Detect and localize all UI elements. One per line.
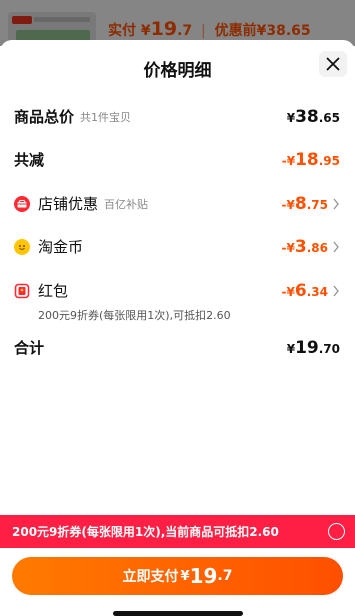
total-dec: .65 xyxy=(318,110,340,125)
sheet-title: 价格明细 xyxy=(143,61,212,81)
shop-int: 8 xyxy=(294,193,307,214)
reduce-dec: .95 xyxy=(318,153,340,168)
chevron-right-icon xyxy=(333,241,339,252)
sum-amount: ¥19.70 xyxy=(287,338,340,358)
shop-dec: .75 xyxy=(306,197,328,212)
coin-amount-wrap: -¥3.86 xyxy=(282,237,340,257)
redpack-amount-wrap: -¥6.34 xyxy=(282,281,340,301)
shop-amount: -¥8.75 xyxy=(282,194,328,214)
row-sum: 合计 ¥19.70 xyxy=(14,337,340,358)
total-sub: 共1件宝贝 xyxy=(80,110,132,124)
coupon-text: 200元9折券(每张限用1次),当前商品可抵扣2.60 xyxy=(12,525,279,539)
total-amount: ¥38.65 xyxy=(287,107,340,127)
reduce-int: 18 xyxy=(295,149,319,170)
sum-int: 19 xyxy=(295,337,319,358)
sum-dec: .70 xyxy=(318,341,340,356)
red-envelope-icon xyxy=(14,283,30,299)
coin-label: 淘金币 xyxy=(38,238,84,256)
row-shop-discount[interactable]: 店铺优惠 百亿补贴 -¥8.75 xyxy=(14,193,340,214)
redpack-note: 200元9折券(每张限用1次),可抵扣2.60 xyxy=(38,309,231,322)
coin-dec: .86 xyxy=(306,240,328,255)
pay-button-currency: ¥ xyxy=(180,568,190,584)
shop-currency: -¥ xyxy=(281,197,295,212)
redpack-label: 红包 xyxy=(38,282,69,300)
close-button[interactable] xyxy=(319,51,347,77)
redpack-currency: -¥ xyxy=(281,284,295,299)
chevron-right-icon xyxy=(333,198,339,209)
shop-label: 店铺优惠 xyxy=(38,195,99,213)
coin-amount: -¥3.86 xyxy=(282,237,328,257)
pay-now-button[interactable]: 立即支付 ¥19.7 xyxy=(12,557,343,595)
pay-button-dec: .7 xyxy=(217,568,233,584)
row-coin[interactable]: 淘金币 -¥3.86 xyxy=(14,236,340,257)
total-currency: ¥ xyxy=(286,110,296,125)
redpack-dec: .34 xyxy=(306,284,328,299)
redpack-int: 6 xyxy=(294,280,307,301)
reduce-amount: -¥18.95 xyxy=(282,150,340,170)
shop-icon xyxy=(14,195,30,212)
row-redpack[interactable]: 红包 -¥6.34 xyxy=(14,280,340,301)
pay-button-label: 立即支付 xyxy=(122,569,179,585)
total-int: 38 xyxy=(295,106,319,127)
coupon-bar[interactable]: 200元9折券(每张限用1次),当前商品可抵扣2.60 xyxy=(0,515,355,548)
redpack-amount: -¥6.34 xyxy=(282,281,328,301)
sum-currency: ¥ xyxy=(286,341,296,356)
coin-int: 3 xyxy=(294,236,307,257)
reduce-currency: -¥ xyxy=(281,153,296,168)
row-total-reduce: 共减 -¥18.95 xyxy=(14,149,340,170)
shop-amount-wrap: -¥8.75 xyxy=(282,194,340,214)
coin-currency: -¥ xyxy=(281,240,295,255)
total-label: 商品总价 xyxy=(14,108,75,126)
close-icon xyxy=(326,57,340,71)
chevron-right-icon xyxy=(333,285,339,296)
coupon-radio[interactable] xyxy=(328,523,345,540)
home-indicator[interactable] xyxy=(113,611,243,616)
coin-icon xyxy=(14,238,30,255)
row-total-price: 商品总价 共1件宝贝 ¥38.65 xyxy=(14,106,340,127)
reduce-label: 共减 xyxy=(14,151,45,169)
pay-button-int: 19 xyxy=(189,564,218,588)
sum-label: 合计 xyxy=(14,339,45,357)
shop-sub: 百亿补贴 xyxy=(104,197,149,211)
